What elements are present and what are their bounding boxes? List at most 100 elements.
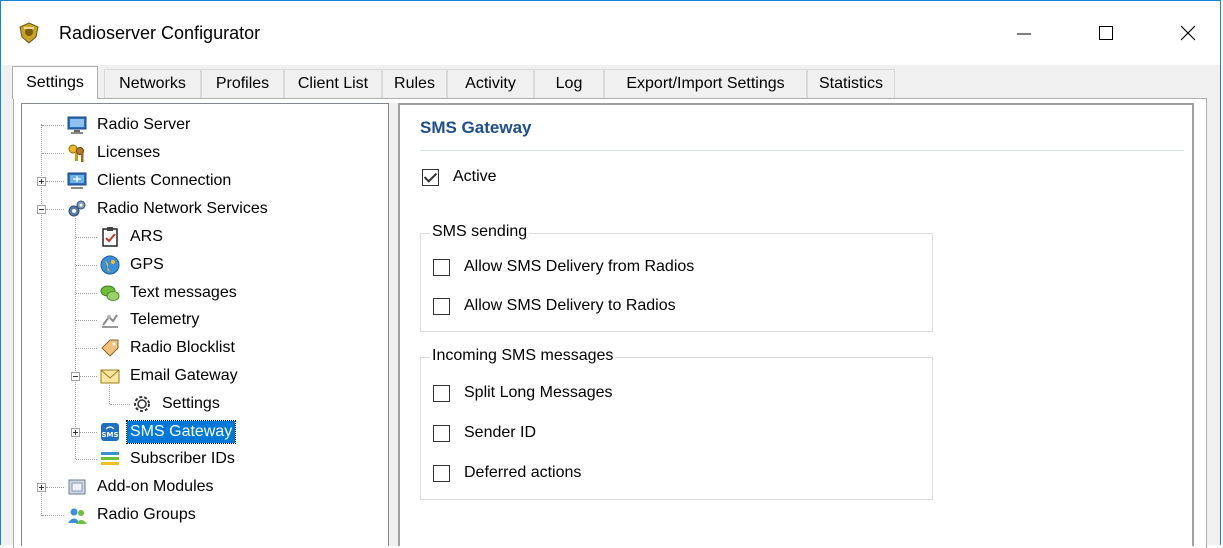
sender-id-label: Sender ID bbox=[464, 424, 537, 441]
tab-label: Rules bbox=[394, 75, 435, 92]
maximize-button[interactable] bbox=[1065, 1, 1147, 65]
tree-line bbox=[42, 125, 64, 126]
tree-line bbox=[110, 404, 130, 405]
title-bar[interactable]: Radioserver Configurator bbox=[1, 1, 1220, 65]
telemetry-icon bbox=[102, 314, 118, 328]
tree-line bbox=[42, 515, 64, 516]
minimize-button[interactable] bbox=[983, 1, 1065, 65]
expand-clients-connection[interactable] bbox=[37, 177, 46, 186]
expand-sms-gateway[interactable] bbox=[71, 428, 80, 437]
tree-line bbox=[46, 209, 64, 210]
app-logo-icon bbox=[19, 22, 39, 44]
expand-addon-modules[interactable] bbox=[37, 483, 46, 492]
tab-export-import-settings[interactable]: Export/Import Settings bbox=[604, 69, 807, 98]
tree-item-telemetry[interactable]: Telemetry bbox=[99, 309, 202, 331]
sender-id-row[interactable]: Sender ID bbox=[433, 424, 536, 442]
panel-title: SMS Gateway bbox=[420, 118, 532, 137]
tab-label: Networks bbox=[119, 75, 186, 92]
tree-line bbox=[76, 265, 97, 266]
tree-item-label: GPS bbox=[130, 256, 164, 273]
tree-item-label: Radio Network Services bbox=[97, 200, 268, 217]
gear-icon bbox=[134, 396, 150, 412]
tree-line bbox=[42, 153, 64, 154]
tree-item-email-settings[interactable]: Settings bbox=[131, 393, 223, 415]
active-checkbox[interactable] bbox=[422, 168, 439, 186]
tree-item-clients-connection[interactable]: Clients Connection bbox=[66, 170, 234, 192]
tab-activity[interactable]: Activity bbox=[447, 69, 534, 98]
tree-item-text-messages[interactable]: Text messages bbox=[99, 282, 240, 304]
tab-label: Profiles bbox=[215, 75, 270, 92]
close-button[interactable] bbox=[1147, 1, 1223, 65]
tag-icon bbox=[101, 339, 119, 357]
window-title: Radioserver Configurator bbox=[59, 23, 261, 43]
sender-id-checkbox[interactable] bbox=[433, 424, 450, 442]
sms-sending-legend: SMS sending bbox=[430, 223, 530, 241]
tab-label: Export/Import Settings bbox=[626, 75, 785, 92]
tab-networks[interactable]: Networks bbox=[104, 69, 201, 98]
tree-item-licenses[interactable]: Licenses bbox=[66, 142, 163, 164]
allow-from-radios-label: Allow SMS Delivery from Radios bbox=[464, 258, 695, 275]
sms-sending-group bbox=[420, 233, 933, 332]
chat-bubbles-icon bbox=[100, 285, 120, 301]
collapse-email-gateway[interactable] bbox=[71, 372, 80, 381]
tree-item-sms-gateway[interactable]: SMS SMS Gateway bbox=[99, 420, 237, 444]
allow-from-radios-checkbox[interactable] bbox=[433, 258, 450, 276]
tree-item-addon-modules[interactable]: Add-on Modules bbox=[66, 476, 217, 498]
modules-icon bbox=[68, 479, 86, 495]
tree-item-radio-network-services[interactable]: Radio Network Services bbox=[66, 198, 271, 220]
tree-line bbox=[109, 385, 110, 404]
tab-profiles[interactable]: Profiles bbox=[201, 69, 284, 98]
tree-line bbox=[46, 487, 64, 488]
tree-item-email-gateway[interactable]: Email Gateway bbox=[99, 365, 241, 387]
tree-item-ars[interactable]: ARS bbox=[99, 226, 166, 248]
clipboard-check-icon bbox=[102, 227, 118, 247]
tree-item-label: Radio Server bbox=[97, 116, 191, 133]
close-icon bbox=[1180, 25, 1196, 41]
allow-to-radios-row[interactable]: Allow SMS Delivery to Radios bbox=[433, 297, 676, 315]
tab-label: Activity bbox=[465, 75, 516, 92]
deferred-actions-label: Deferred actions bbox=[464, 464, 582, 481]
allow-to-radios-checkbox[interactable] bbox=[433, 297, 450, 315]
tree-line bbox=[46, 181, 64, 182]
users-icon bbox=[68, 508, 87, 524]
tab-label: Log bbox=[555, 75, 583, 92]
tab-strip: Settings Networks Profiles Client List R… bbox=[12, 66, 1207, 99]
active-label: Active bbox=[453, 168, 497, 185]
svg-text:SMS: SMS bbox=[101, 431, 118, 439]
incoming-sms-legend: Incoming SMS messages bbox=[430, 347, 616, 365]
tab-statistics[interactable]: Statistics bbox=[807, 69, 895, 98]
collapse-radio-network-services[interactable] bbox=[37, 205, 46, 214]
tree-item-radio-blocklist[interactable]: Radio Blocklist bbox=[99, 337, 238, 359]
deferred-actions-checkbox[interactable] bbox=[433, 464, 450, 482]
sms-icon: SMS bbox=[101, 423, 119, 441]
envelope-icon bbox=[100, 369, 120, 384]
tab-label: Statistics bbox=[818, 75, 883, 92]
tree-line bbox=[75, 218, 76, 459]
minimize-icon bbox=[1017, 33, 1031, 35]
tree-line bbox=[76, 348, 97, 349]
tree-item-gps[interactable]: GPS bbox=[99, 254, 167, 276]
tree-line bbox=[76, 459, 97, 460]
deferred-actions-row[interactable]: Deferred actions bbox=[433, 464, 581, 482]
active-checkbox-row[interactable]: Active bbox=[422, 168, 497, 186]
tree-item-radio-server[interactable]: Radio Server bbox=[66, 114, 193, 136]
allow-from-radios-row[interactable]: Allow SMS Delivery from Radios bbox=[433, 258, 694, 276]
split-long-checkbox[interactable] bbox=[433, 384, 450, 402]
list-icon bbox=[101, 452, 119, 465]
tree-line bbox=[76, 293, 97, 294]
tab-client-list[interactable]: Client List bbox=[284, 69, 382, 98]
tree-item-subscriber-ids[interactable]: Subscriber IDs bbox=[99, 448, 238, 470]
tree-item-label: Licenses bbox=[97, 144, 161, 161]
tree-item-label: Text messages bbox=[130, 284, 237, 301]
tree-item-radio-groups[interactable]: Radio Groups bbox=[66, 504, 199, 526]
tab-label: Client List bbox=[297, 75, 369, 92]
tab-log[interactable]: Log bbox=[534, 69, 604, 98]
tree-line bbox=[80, 376, 97, 377]
splitter[interactable] bbox=[389, 103, 398, 546]
monitor-icon bbox=[67, 116, 87, 134]
tab-settings[interactable]: Settings bbox=[12, 66, 98, 99]
tree-line bbox=[80, 432, 97, 433]
tree-item-label: Add-on Modules bbox=[97, 478, 214, 495]
tab-rules[interactable]: Rules bbox=[382, 69, 447, 98]
split-long-row[interactable]: Split Long Messages bbox=[433, 384, 613, 402]
